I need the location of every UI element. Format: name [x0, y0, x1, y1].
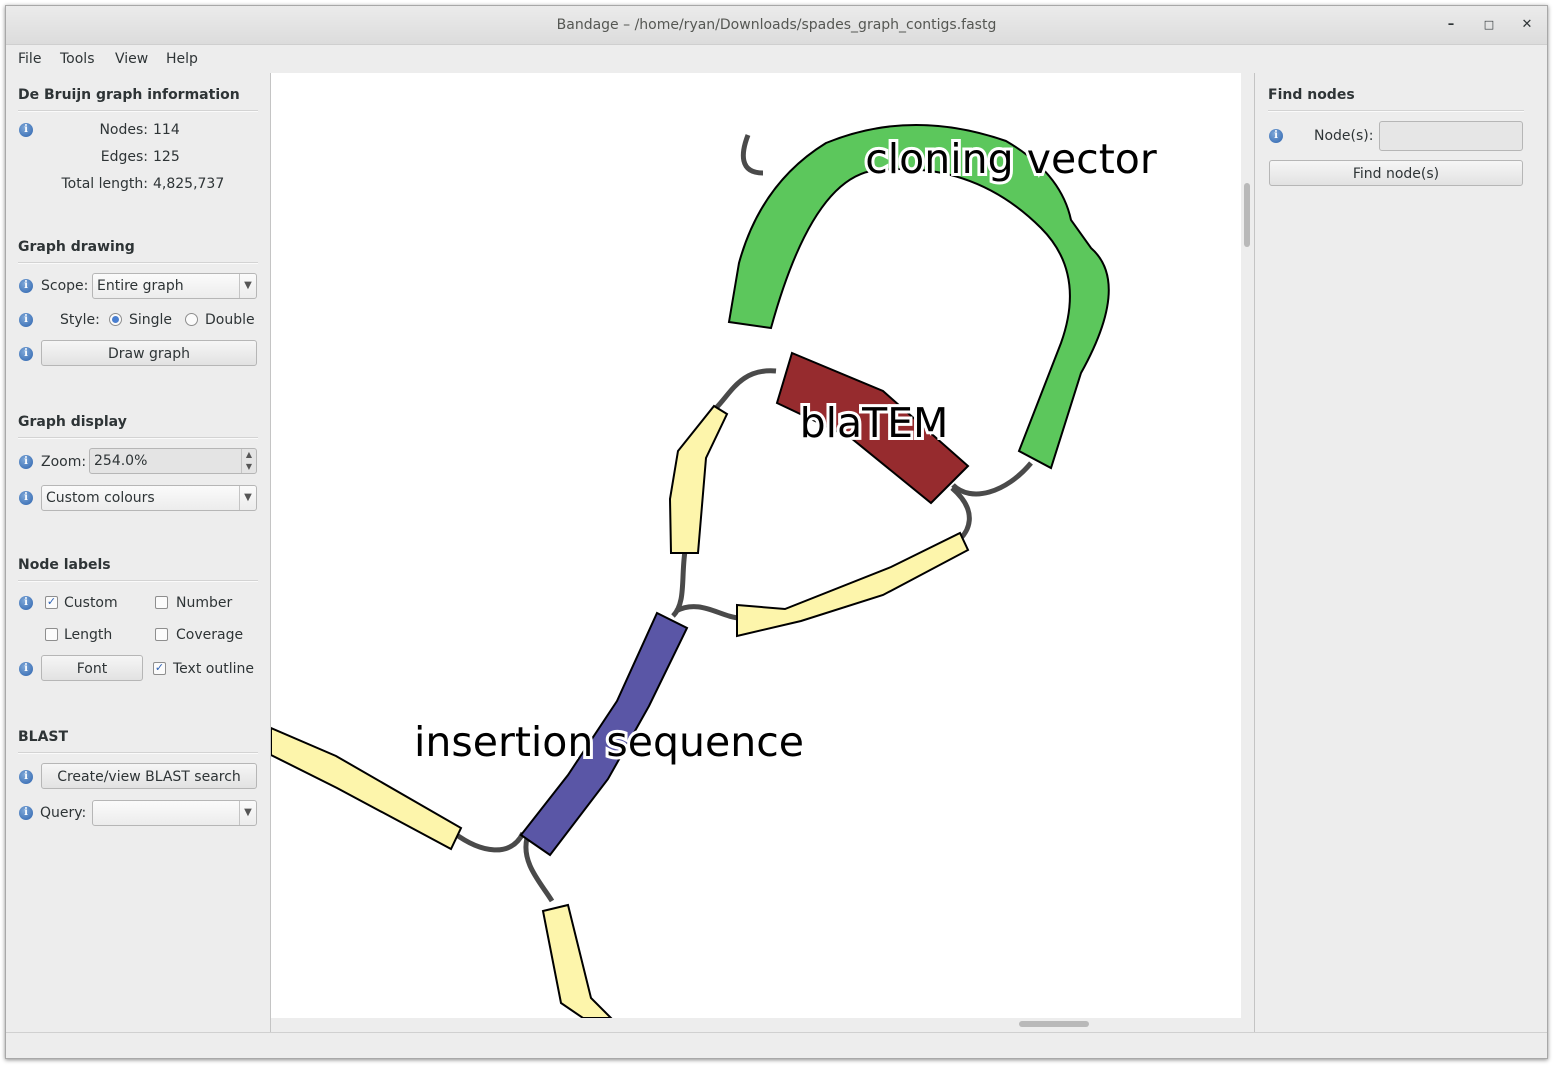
- window-title: Bandage – /home/ryan/Downloads/spades_gr…: [556, 17, 997, 33]
- find-nodes-panel[interactable]: Find nodes i Node(s): Find node(s): [1254, 73, 1547, 1032]
- chevron-down-icon: ▼: [239, 274, 256, 298]
- node-right-loop: [736, 531, 970, 638]
- scope-label: Scope:: [41, 278, 89, 294]
- label-cloning-vector: cloning vector: [865, 135, 1157, 183]
- spin-down-icon[interactable]: ▼: [241, 461, 256, 473]
- info-icon[interactable]: i: [19, 662, 33, 676]
- graph-edge: [452, 830, 526, 853]
- chevron-down-icon: ▼: [239, 486, 256, 510]
- graph-info-title: De Bruijn graph information: [18, 87, 240, 103]
- bandage-window: Bandage – /home/ryan/Downloads/spades_gr…: [5, 5, 1548, 1059]
- style-double-radio[interactable]: [185, 313, 198, 326]
- title-bar[interactable]: Bandage – /home/ryan/Downloads/spades_gr…: [6, 6, 1547, 45]
- zoom-label: Zoom:: [41, 454, 87, 470]
- find-nodes-button[interactable]: Find node(s): [1269, 160, 1523, 186]
- label-insertion-sequence: insertion sequence: [414, 718, 804, 766]
- info-icon[interactable]: i: [19, 279, 33, 293]
- close-icon[interactable]: ✕: [1516, 15, 1538, 35]
- style-double-label[interactable]: Double: [205, 312, 255, 328]
- left-control-panel[interactable]: De Bruijn graph information i Nodes: 114…: [6, 73, 271, 1032]
- info-icon[interactable]: i: [1269, 129, 1283, 143]
- label-blatem: blaTEM: [800, 399, 949, 447]
- scroll-thumb[interactable]: [1244, 183, 1250, 247]
- node-search-input[interactable]: [1379, 121, 1523, 151]
- style-single-label[interactable]: Single: [129, 312, 172, 328]
- info-icon[interactable]: i: [19, 806, 33, 820]
- horizontal-scrollbar[interactable]: [271, 1018, 1241, 1031]
- graph-view[interactable]: cloning vector blaTEM insertion sequence: [271, 73, 1241, 1018]
- spin-up-icon[interactable]: ▲: [241, 449, 256, 461]
- edges-label: Edges:: [100, 149, 148, 165]
- info-icon[interactable]: i: [19, 123, 33, 137]
- node-bottom-tail: [541, 903, 613, 1018]
- menu-tools[interactable]: Tools: [60, 51, 95, 67]
- style-single-radio[interactable]: [109, 313, 122, 326]
- number-checkbox[interactable]: [155, 596, 168, 609]
- blast-search-button[interactable]: Create/view BLAST search: [41, 763, 257, 789]
- menu-view[interactable]: View: [115, 51, 148, 67]
- total-length-value: 4,825,737: [153, 176, 225, 192]
- scope-select[interactable]: Entire graph ▼: [92, 273, 257, 299]
- divider: [18, 580, 258, 582]
- menu-file[interactable]: File: [18, 51, 41, 67]
- query-label: Query:: [40, 805, 87, 821]
- info-icon[interactable]: i: [19, 347, 33, 361]
- node-search-label: Node(s):: [1314, 128, 1374, 144]
- node-labels-title: Node labels: [18, 557, 111, 573]
- blast-title: BLAST: [18, 729, 69, 745]
- number-label[interactable]: Number: [176, 595, 232, 611]
- zoom-value: 254.0%: [94, 453, 148, 469]
- graph-drawing-title: Graph drawing: [18, 239, 135, 255]
- info-icon[interactable]: i: [19, 596, 33, 610]
- chevron-down-icon: ▼: [239, 801, 256, 825]
- custom-checkbox[interactable]: ✓: [45, 596, 58, 609]
- scope-value: Entire graph: [97, 278, 184, 294]
- info-icon[interactable]: i: [19, 770, 33, 784]
- query-select[interactable]: ▼: [92, 800, 257, 826]
- length-checkbox[interactable]: [45, 628, 58, 641]
- menu-bar: File Tools View Help: [6, 45, 1547, 74]
- graph-edge: [674, 604, 742, 621]
- nodes-value: 114: [153, 122, 180, 138]
- colour-scheme-select[interactable]: Custom colours ▼: [41, 485, 257, 511]
- divider: [18, 110, 258, 112]
- graph-canvas[interactable]: cloning vector blaTEM insertion sequence: [271, 73, 1241, 1018]
- zoom-spinbox[interactable]: 254.0% ▲ ▼: [89, 448, 257, 474]
- text-outline-label[interactable]: Text outline: [173, 661, 254, 677]
- draw-graph-button[interactable]: Draw graph: [41, 340, 257, 366]
- nodes-label: Nodes:: [99, 122, 148, 138]
- menu-help[interactable]: Help: [166, 51, 198, 67]
- divider: [18, 752, 258, 754]
- graph-display-title: Graph display: [18, 414, 127, 430]
- font-button[interactable]: Font: [41, 655, 143, 681]
- colour-scheme-value: Custom colours: [46, 490, 155, 506]
- node-left-loop: [668, 404, 729, 554]
- find-nodes-title: Find nodes: [1268, 87, 1355, 103]
- graph-edge: [740, 134, 764, 176]
- coverage-checkbox[interactable]: [155, 628, 168, 641]
- graph-nodes[interactable]: [271, 124, 1110, 1018]
- info-icon[interactable]: i: [19, 491, 33, 505]
- length-label[interactable]: Length: [64, 627, 112, 643]
- divider: [18, 262, 258, 264]
- divider: [1268, 110, 1524, 112]
- divider: [18, 437, 258, 439]
- status-bar: [6, 1032, 1547, 1058]
- graph-edge: [714, 368, 777, 410]
- scroll-thumb[interactable]: [1019, 1021, 1089, 1027]
- edges-value: 125: [153, 149, 180, 165]
- custom-label[interactable]: Custom: [64, 595, 118, 611]
- coverage-label[interactable]: Coverage: [176, 627, 243, 643]
- text-outline-checkbox[interactable]: ✓: [153, 662, 166, 675]
- info-icon[interactable]: i: [19, 455, 33, 469]
- minimize-icon[interactable]: –: [1440, 15, 1462, 35]
- total-length-label: Total length:: [61, 176, 149, 192]
- style-label: Style:: [60, 312, 100, 328]
- info-icon[interactable]: i: [19, 313, 33, 327]
- maximize-icon[interactable]: □: [1478, 15, 1500, 35]
- vertical-scrollbar[interactable]: [1241, 73, 1254, 1018]
